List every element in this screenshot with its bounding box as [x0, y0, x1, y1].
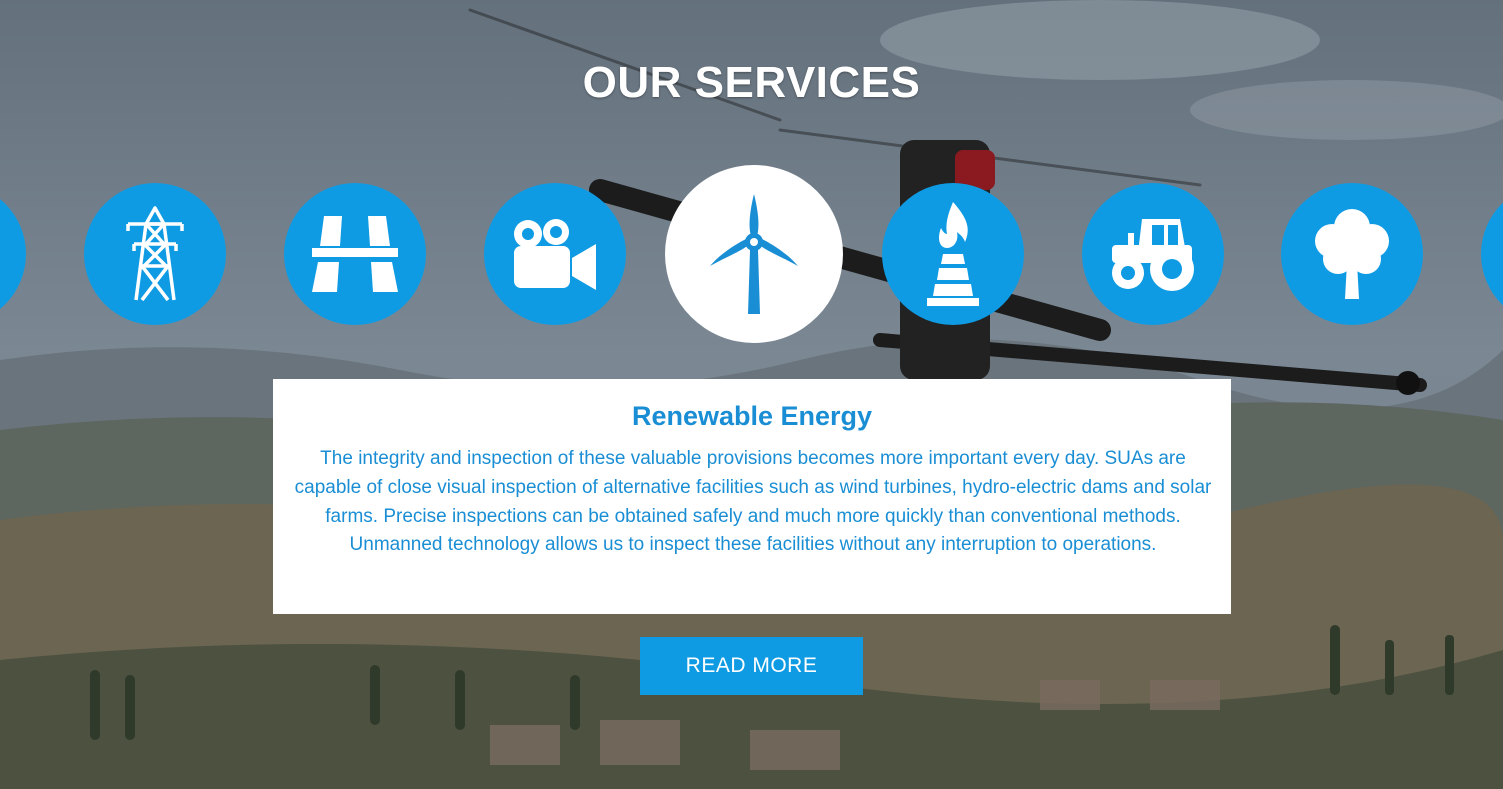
service-agriculture[interactable]: [1082, 183, 1224, 325]
tractor-icon: [1112, 219, 1194, 291]
road-highway-icon: [312, 216, 398, 292]
service-oil-gas[interactable]: [882, 183, 1024, 325]
wind-turbine-icon: [710, 194, 798, 314]
section-title: OUR SERVICES: [582, 58, 921, 107]
service-power-lines[interactable]: [84, 183, 226, 325]
service-forestry[interactable]: [1281, 183, 1423, 325]
service-film-photography[interactable]: [484, 183, 626, 325]
service-description: The integrity and inspection of these va…: [294, 448, 1212, 556]
services-section: OUR SERVICES Renewable Energy The integr…: [0, 0, 1503, 789]
tree-icon: [1315, 209, 1389, 299]
service-roads[interactable]: [284, 183, 426, 325]
service-detail-card: Renewable Energy The integrity and inspe…: [273, 379, 1231, 614]
read-more-button[interactable]: READ MORE: [640, 637, 863, 695]
video-camera-icon: [514, 219, 596, 290]
power-tower-icon: [126, 206, 184, 302]
gas-flare-icon: [927, 202, 979, 306]
service-heading: Renewable Energy: [631, 401, 873, 431]
service-renewable-energy[interactable]: [665, 165, 843, 343]
